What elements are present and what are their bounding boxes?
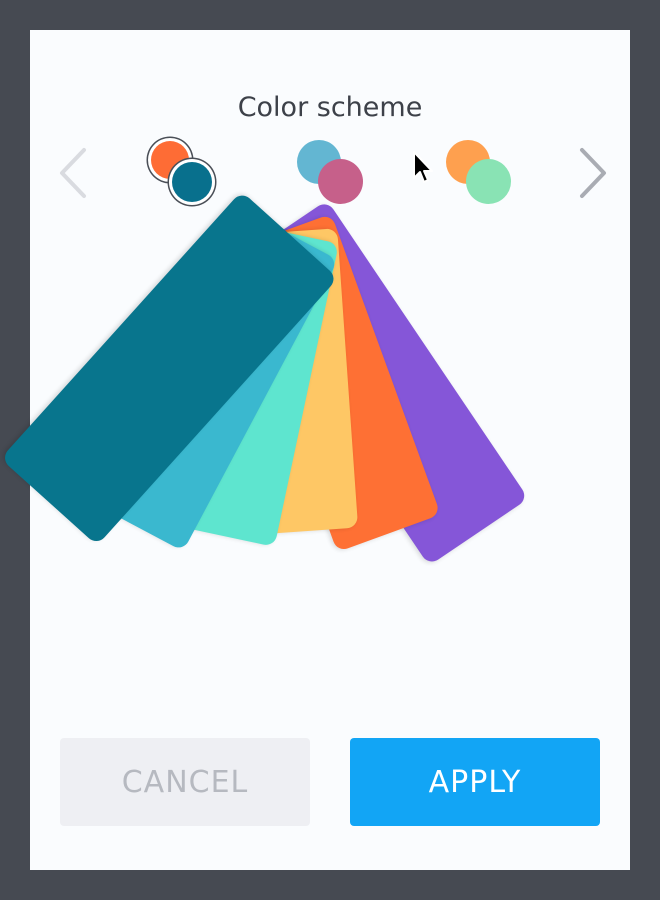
- scheme-color-swatch: [172, 162, 212, 202]
- chevron-left-icon: [60, 148, 86, 198]
- scheme-color-swatch: [466, 159, 511, 204]
- mouse-pointer-icon: [413, 151, 433, 183]
- next-scheme-button[interactable]: [574, 146, 610, 200]
- cancel-button[interactable]: CANCEL: [60, 738, 310, 826]
- prev-scheme-button[interactable]: [56, 146, 92, 200]
- scheme-option-orange-mint[interactable]: [444, 140, 514, 210]
- apply-button[interactable]: APPLY: [350, 738, 600, 826]
- chevron-right-icon: [580, 148, 606, 198]
- color-scheme-dialog: Color scheme CANCEL APPLY: [0, 30, 630, 870]
- dialog-title: Color scheme: [237, 92, 423, 123]
- scheme-color-swatch: [318, 159, 363, 204]
- scheme-option-blue-rose[interactable]: [296, 140, 366, 210]
- scheme-option-orange-teal[interactable]: [148, 138, 220, 210]
